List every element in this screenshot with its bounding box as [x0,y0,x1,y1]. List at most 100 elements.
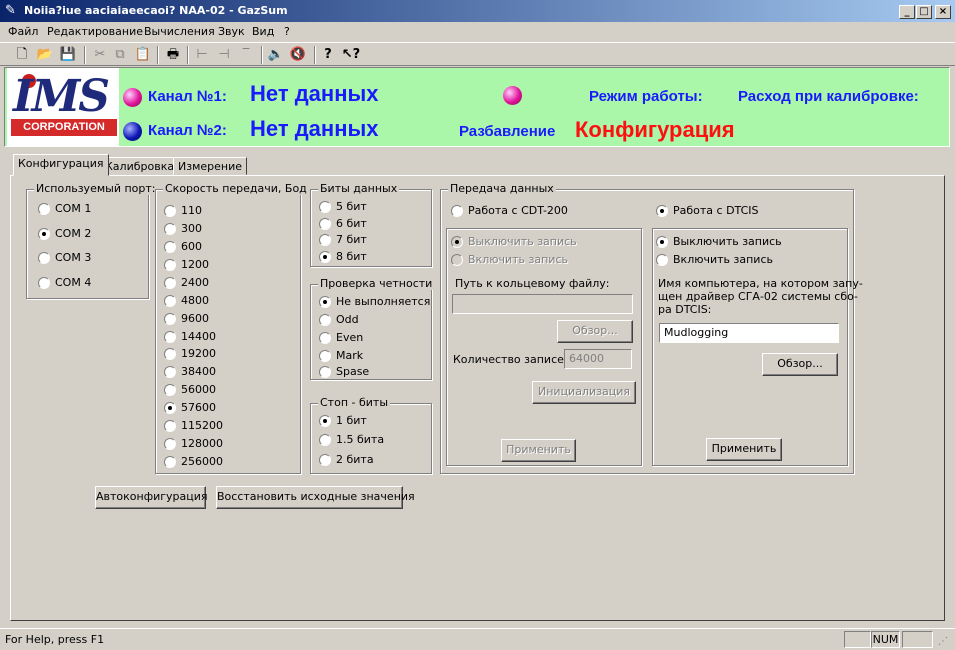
radio-circle [164,223,176,235]
copy-icon[interactable]: ⧉ [110,45,130,65]
menu-edit[interactable]: Редактирование [47,25,143,38]
line-top-icon[interactable]: ‾ [236,45,256,65]
context-help-icon[interactable]: ↖? [341,45,361,65]
line-left-icon[interactable]: ⊢ [192,45,212,65]
restore-defaults-button[interactable]: Восстановить исходные значения [216,486,415,509]
port-group-caption: Используемый порт: [34,182,158,195]
sound-on-icon[interactable]: 🔈 [266,45,286,65]
tab-measurement[interactable]: Измерение [173,157,248,175]
channel2-value: Нет данных [250,116,379,141]
initialize-button[interactable]: Инициализация [532,381,636,404]
resize-grip-icon[interactable]: ⋰ [938,635,952,649]
radio-circle [164,205,176,217]
status-banner: IMS CORPORATION Канал №1: Нет данных Кан… [4,67,950,147]
tab-calibration[interactable]: Калибровка [100,157,180,175]
radio-circle [656,205,668,217]
print-icon[interactable]: 🖶 [163,45,183,65]
stop-bits-caption: Стоп - биты [318,396,390,409]
paste-icon[interactable]: 📋 [133,45,153,65]
radio-circle [451,254,463,266]
radio-circle [319,415,331,427]
radio-circle [319,201,331,213]
radio-circle [164,438,176,450]
menu-file[interactable]: Файл [8,25,38,38]
radio-circle [319,350,331,362]
title-bar[interactable]: ✎ Noiia?iue aaciaiaeecaoi? NAA-02 - GazS… [0,0,955,22]
tab-configuration[interactable]: Конфигурация [13,154,109,176]
radio-circle [164,295,176,307]
toolbar: 🗋 📂 💾 ✂ ⧉ 📋 🖶 ⊢ ⊣ ‾ 🔈 🔇 ? ↖? [0,42,955,66]
menu-bar: Файл Редактирование Вычисления Звук Вид … [0,22,955,41]
toolbar-separator [261,46,263,64]
autoconfig-button[interactable]: Автоконфигурация [95,486,208,509]
app-icon: ✎ [5,3,16,18]
radio-circle [319,296,331,308]
window-title: Noiia?iue aaciaiaeecaoi? NAA-02 - GazSum [24,4,288,17]
radio-circle [164,420,176,432]
line-right-icon[interactable]: ⊣ [214,45,234,65]
speed-group-caption: Скорость передачи, Бод [163,182,309,195]
dtcis-apply-button[interactable]: Применить [706,438,782,461]
mode-value: Конфигурация [575,117,735,142]
channel1-label: Канал №1: [148,88,227,105]
radio-circle [319,366,331,378]
toolbar-separator [84,46,86,64]
cdt-apply-button[interactable]: Применить [501,439,576,462]
channel2-led-icon [123,122,142,141]
radio-circle [656,236,668,248]
radio-circle [164,348,176,360]
minimize-button[interactable]: _ [899,5,915,19]
records-count-input[interactable]: 64000 [564,349,632,369]
channel1-led-icon [123,88,142,107]
ring-file-path-input[interactable] [452,294,633,314]
menu-help[interactable]: ? [284,25,290,38]
radio-circle [164,366,176,378]
radio-circle [164,259,176,271]
radio-circle [319,218,331,230]
dilution-label: Разбавление [459,123,556,140]
computer-name-label-line2: щен драйвер СГА-02 системы сбо- [658,290,858,303]
radio-circle [319,234,331,246]
logo-corporation: CORPORATION [11,119,117,136]
radio-circle [319,251,331,263]
status-pane-num: NUM [871,631,900,648]
radio-circle [319,314,331,326]
toolbar-separator [187,46,189,64]
computer-name-label-line3: ра DTCIS: [658,303,712,316]
cut-icon[interactable]: ✂ [90,45,110,65]
computer-name-input[interactable]: Mudlogging [659,323,839,343]
status-pane-scroll [902,631,933,648]
radio-circle [319,454,331,466]
radio-circle [451,236,463,248]
radio-circle [164,456,176,468]
menu-view[interactable]: Вид [252,25,274,38]
menu-calc[interactable]: Вычисления [144,25,215,38]
radio-circle [164,402,176,414]
radio-circle [38,203,50,215]
new-file-icon[interactable]: 🗋 [12,45,32,65]
radio-circle [164,277,176,289]
status-pane-caps [844,631,871,648]
help-icon[interactable]: ? [318,45,338,65]
speed-group: Скорость передачи, Бод [155,182,309,474]
channel1-value: Нет данных [250,81,379,106]
open-folder-icon[interactable]: 📂 [35,45,55,65]
data-bits-caption: Биты данных [318,182,400,195]
close-button[interactable]: × [935,5,951,19]
cdt-browse-button[interactable]: Обзор... [557,320,633,343]
menu-sound[interactable]: Звук [218,25,245,38]
radio-circle [38,277,50,289]
status-bar: For Help, press F1 NUM ⋰ [0,628,955,650]
ims-logo: IMS CORPORATION [7,68,119,146]
radio-circle [656,254,668,266]
logo-text: IMS [13,71,110,122]
dtcis-browse-button[interactable]: Обзор... [762,353,838,376]
channel2-label: Канал №2: [148,122,227,139]
save-icon[interactable]: 💾 [58,45,78,65]
radio-circle [319,332,331,344]
maximize-button[interactable]: □ [916,5,932,19]
radio-circle [164,313,176,325]
sound-off-icon[interactable]: 🔇 [288,45,308,65]
radio-circle [38,252,50,264]
ring-file-path-label: Путь к кольцевому файлу: [455,277,610,290]
